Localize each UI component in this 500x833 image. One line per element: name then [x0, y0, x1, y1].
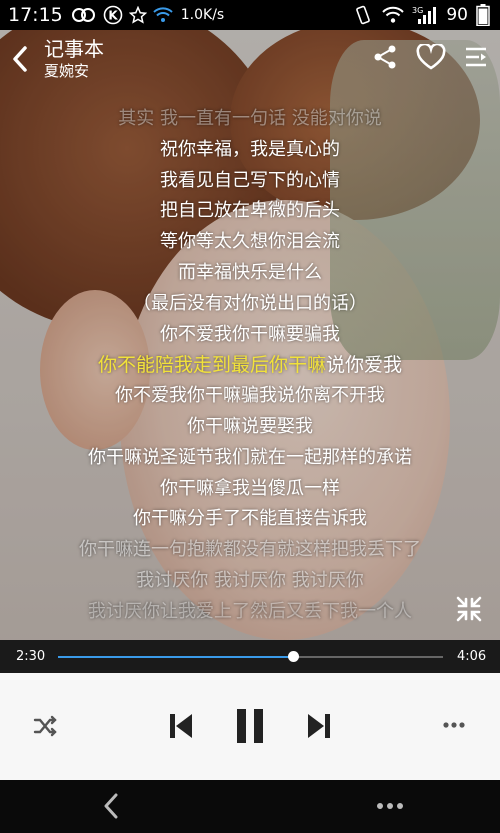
lyric-line: （最后没有对你说出口的话）: [133, 292, 367, 314]
net-speed: 1.0K/s: [180, 7, 225, 23]
wifi-icon: [382, 6, 405, 24]
shuffle-button[interactable]: [30, 710, 62, 742]
loop-icon: [71, 6, 97, 24]
wifi-icon: [153, 7, 173, 23]
lyric-line: 你干嘛分手了不能直接告诉我: [133, 508, 367, 530]
lyric-line: 祝你幸福，我是真心的: [160, 138, 340, 160]
progress-bar: 2:30 4:06: [0, 640, 500, 673]
heart-icon: [416, 42, 446, 70]
vibrate-icon: [352, 5, 374, 25]
pause-button[interactable]: [230, 703, 270, 749]
k-icon: K: [103, 5, 123, 25]
lyric-line: 你干嘛说圣诞节我们就在一起那样的承诺: [88, 446, 412, 468]
status-bar: 17:15 K 1.0K/s 3G 90: [0, 0, 500, 30]
share-button[interactable]: [372, 44, 398, 74]
pause-icon: [237, 709, 263, 743]
lyric-line: 你不爱我你干嘛骗我说你离不开我: [115, 385, 385, 407]
lyric-line: 我讨厌你 我讨厌你 我讨厌你: [136, 569, 364, 591]
favorite-button[interactable]: [416, 42, 446, 74]
lyric-line: 我讨厌你让我爱上了然后又丢下我一个人: [88, 600, 412, 622]
back-icon: [104, 793, 118, 819]
player-header: 记事本 夏婉安: [0, 30, 500, 88]
svg-text:K: K: [108, 9, 118, 23]
nav-back-button[interactable]: [95, 790, 127, 822]
battery-level: 90: [446, 5, 468, 25]
battery-icon: [476, 4, 490, 26]
seek-fill: [58, 655, 293, 658]
more-icon: [443, 722, 465, 728]
next-icon: [308, 714, 330, 738]
current-lyric-line: 你不能陪我走到最后你干嘛说你爱我: [0, 350, 500, 381]
lyric-line: 你干嘛拿我当傻瓜一样: [160, 477, 340, 499]
lyric-line: 你干嘛说要娶我: [187, 415, 313, 437]
back-button[interactable]: [0, 30, 40, 88]
svg-text:3G: 3G: [412, 6, 423, 15]
artist-name: 夏婉安: [44, 62, 90, 80]
shuffle-icon: [33, 715, 57, 737]
more-icon: [377, 803, 403, 809]
current-time: 2:30: [16, 649, 46, 664]
next-button[interactable]: [303, 707, 335, 745]
lyric-line: 我看见自己写下的心情: [160, 169, 340, 191]
lyrics-panel[interactable]: 其实 我一直有一句话 没能对你说 祝你幸福，我是真心的 我看见自己写下的心情 把…: [0, 104, 500, 628]
lyric-line: 等你等太久想你泪会流: [160, 231, 340, 253]
lyric-line: 把自己放在卑微的后头: [160, 200, 340, 222]
status-time: 17:15: [8, 4, 63, 26]
current-lyric-sung: 你不能陪我走到最后你干嘛: [97, 354, 326, 377]
lyric-line: 而幸福快乐是什么: [178, 261, 322, 283]
lyric-line: 你不爱我你干嘛要骗我: [160, 323, 340, 345]
seek-thumb[interactable]: [287, 650, 299, 662]
collapse-lyrics-button[interactable]: [455, 595, 483, 623]
previous-button[interactable]: [165, 707, 197, 745]
playback-controls: [0, 673, 500, 780]
back-arrow-icon: [13, 46, 27, 72]
menu-icon: [466, 47, 486, 67]
song-title: 记事本: [44, 37, 104, 61]
lyric-line: 你干嘛连一句抱歉都没有就这样把我丢下了: [79, 539, 421, 561]
system-nav-bar: [0, 780, 500, 833]
nav-menu-button[interactable]: [370, 794, 410, 818]
previous-icon: [170, 714, 192, 738]
star-icon: [128, 6, 147, 24]
share-icon: [374, 45, 396, 69]
current-lyric-rest: 说你爱我: [326, 354, 403, 377]
more-options-button[interactable]: [437, 713, 471, 737]
signal-icon: 3G: [412, 5, 438, 25]
shrink-icon: [456, 596, 482, 622]
playlist-menu-button[interactable]: [464, 46, 488, 72]
seek-track[interactable]: [58, 650, 443, 662]
total-time: 4:06: [457, 649, 487, 664]
lyric-line: 其实 我一直有一句话 没能对你说: [118, 108, 382, 129]
